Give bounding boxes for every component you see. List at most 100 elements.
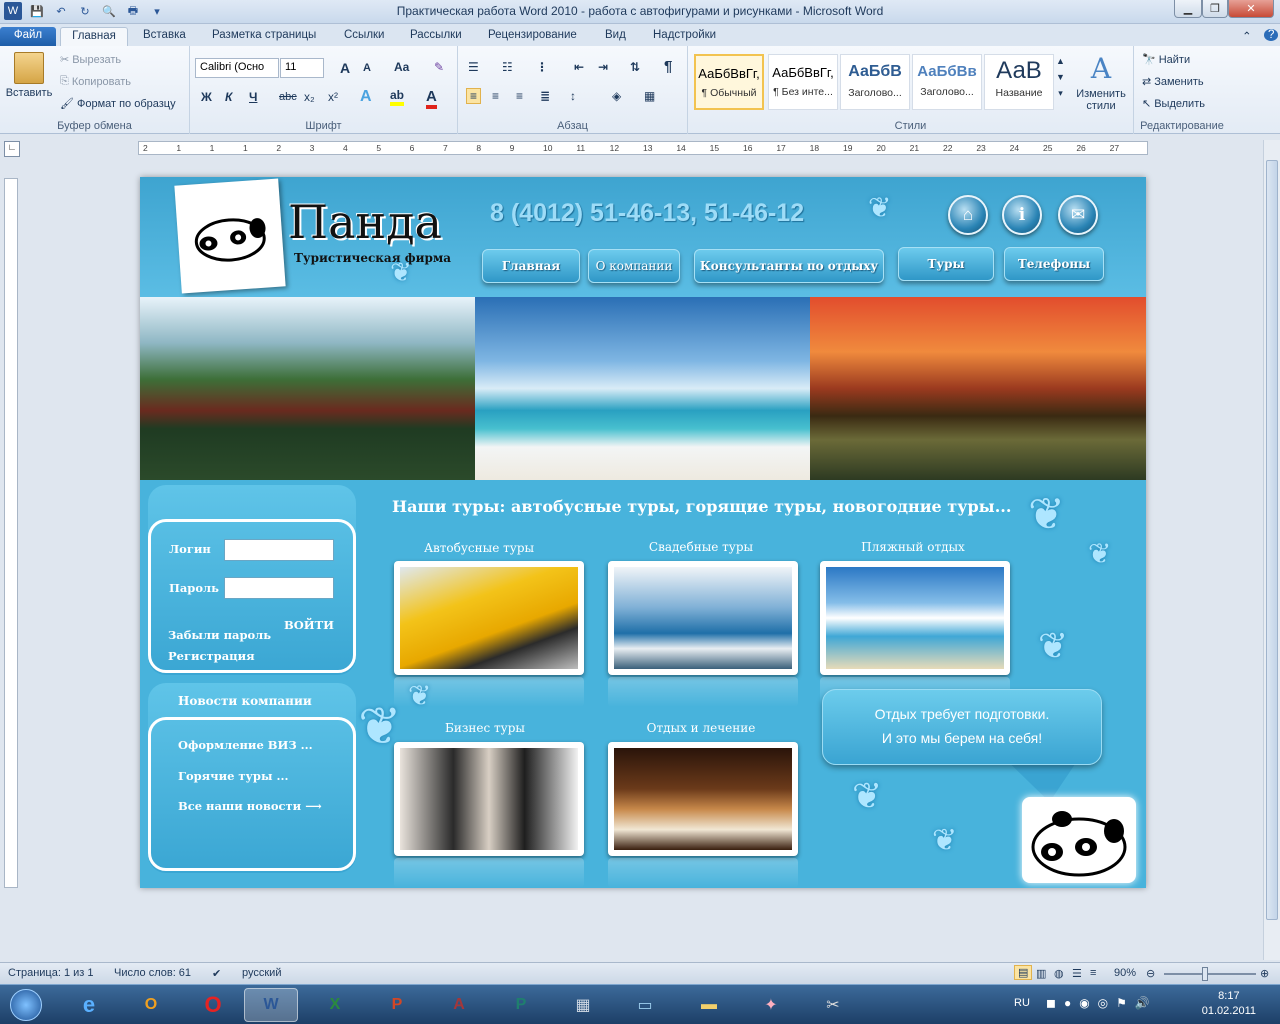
tab-insert[interactable]: Вставка bbox=[133, 27, 196, 46]
info-icon[interactable]: i bbox=[1002, 195, 1042, 235]
scrollbar-thumb[interactable] bbox=[1266, 160, 1278, 920]
select-button[interactable]: ↖ Выделить bbox=[1142, 97, 1205, 111]
tour-beach-image[interactable] bbox=[820, 561, 1010, 675]
replace-button[interactable]: ⇄ Заменить bbox=[1142, 75, 1204, 89]
language-indicator[interactable]: RU bbox=[1014, 997, 1030, 1009]
find-button[interactable]: 🔭 Найти bbox=[1142, 53, 1190, 67]
increase-indent-icon[interactable]: ⇥ bbox=[598, 60, 608, 74]
subscript-button[interactable]: x₂ bbox=[304, 90, 315, 104]
word-count[interactable]: Число слов: 61 bbox=[114, 967, 191, 979]
tour-spa-image[interactable] bbox=[608, 742, 798, 856]
login-field[interactable] bbox=[224, 539, 334, 561]
style-title[interactable]: АаВ Название bbox=[984, 54, 1054, 110]
styles-scroll-icon[interactable]: ▲ ▼ ▾ bbox=[1056, 56, 1065, 99]
shrink-font-button[interactable]: A bbox=[363, 62, 371, 74]
font-color-icon[interactable]: A bbox=[426, 88, 437, 109]
maximize-button[interactable]: ❐ bbox=[1202, 0, 1228, 18]
language-indicator[interactable]: русский bbox=[242, 967, 281, 979]
shading-icon[interactable]: ◈ bbox=[612, 89, 621, 103]
taskbar-archiver-icon[interactable]: ✂ bbox=[806, 988, 860, 1022]
taskbar-publisher-icon[interactable]: P bbox=[494, 988, 548, 1022]
spellcheck-icon[interactable]: ✔ bbox=[212, 967, 221, 980]
decrease-indent-icon[interactable]: ⇤ bbox=[574, 60, 584, 74]
taskbar-opera-icon[interactable]: O bbox=[186, 988, 240, 1022]
tray-icons[interactable]: ◼●◉◎⚑🔊 bbox=[1046, 996, 1158, 1010]
tour-wedding-image[interactable] bbox=[608, 561, 798, 675]
tab-references[interactable]: Ссылки bbox=[334, 27, 395, 46]
tour-business-image[interactable] bbox=[394, 742, 584, 856]
zoom-slider-thumb[interactable] bbox=[1202, 967, 1208, 981]
change-styles-button[interactable]: A Изменить стили bbox=[1072, 52, 1130, 112]
tab-page-layout[interactable]: Разметка страницы bbox=[202, 27, 326, 46]
zoom-level[interactable]: 90% bbox=[1114, 967, 1136, 979]
minimize-button[interactable]: ▁ bbox=[1174, 0, 1202, 18]
tab-home[interactable]: Главная bbox=[60, 27, 128, 46]
tab-addins[interactable]: Надстройки bbox=[643, 27, 726, 46]
help-icon[interactable]: ? bbox=[1254, 27, 1280, 46]
style-normal[interactable]: АаБбВвГг, ¶ Обычный bbox=[694, 54, 764, 110]
tab-view[interactable]: Вид bbox=[595, 27, 636, 46]
taskbar-powerpoint-icon[interactable]: P bbox=[370, 988, 424, 1022]
news-item[interactable]: Горячие туры ... bbox=[178, 769, 289, 783]
bold-button[interactable]: Ж bbox=[201, 90, 212, 104]
tab-file[interactable]: Файл bbox=[0, 27, 56, 46]
nav-consultants[interactable]: Консультанты по отдыху bbox=[694, 249, 884, 283]
multilevel-list-icon[interactable]: ⋮ bbox=[536, 60, 548, 74]
copy-button[interactable]: ⎘ Копировать bbox=[60, 75, 131, 88]
align-left-icon[interactable]: ≡ bbox=[466, 88, 482, 104]
tab-mailings[interactable]: Рассылки bbox=[400, 27, 472, 46]
ruler-scale[interactable]: 2 1 1 1 2 3 4 5 6 7 8 9 10 11 12 13 14 15 16 17 18 19 20 21 22 23… bbox=[138, 141, 1148, 155]
mail-icon[interactable]: ✉ bbox=[1058, 195, 1098, 235]
close-button[interactable]: ✕ bbox=[1228, 0, 1274, 18]
borders-icon[interactable]: ▦ bbox=[644, 89, 655, 103]
line-spacing-icon[interactable]: ↕ bbox=[570, 89, 576, 103]
news-item[interactable]: Оформление ВИЗ ... bbox=[178, 738, 313, 752]
login-submit-button[interactable]: ВОЙТИ bbox=[284, 618, 334, 632]
highlight-icon[interactable]: ab bbox=[390, 88, 405, 106]
numbering-icon[interactable]: ☷ bbox=[502, 60, 513, 74]
font-name-field[interactable]: Calibri (Осно bbox=[195, 58, 279, 78]
sort-icon[interactable]: ⇅ bbox=[630, 60, 640, 74]
change-case-button[interactable]: Aa bbox=[394, 60, 409, 74]
view-draft-icon[interactable]: ≡ bbox=[1090, 967, 1096, 979]
news-item[interactable]: Все наши новости ⟶ bbox=[178, 799, 322, 813]
view-reading-icon[interactable]: ▥ bbox=[1036, 967, 1046, 980]
grow-font-button[interactable]: A bbox=[340, 60, 350, 76]
clock[interactable]: 8:17 01.02.2011 bbox=[1202, 989, 1256, 1019]
strikethrough-button[interactable]: abc bbox=[279, 91, 297, 103]
vertical-scrollbar[interactable] bbox=[1263, 140, 1280, 960]
tab-review[interactable]: Рецензирование bbox=[478, 27, 587, 46]
show-marks-icon[interactable]: ¶ bbox=[664, 58, 672, 75]
page-count[interactable]: Страница: 1 из 1 bbox=[8, 967, 94, 979]
taskbar-ie-icon[interactable]: e bbox=[62, 988, 116, 1022]
taskbar-app-icon[interactable]: ✦ bbox=[744, 988, 798, 1022]
superscript-button[interactable]: x² bbox=[328, 90, 338, 104]
taskbar-notepad-icon[interactable]: ▭ bbox=[618, 988, 672, 1022]
align-right-icon[interactable]: ≡ bbox=[516, 89, 523, 103]
italic-button[interactable]: К bbox=[225, 90, 232, 104]
taskbar-explorer-icon[interactable]: ▬ bbox=[682, 988, 736, 1022]
style-heading-1[interactable]: АаБбВ Заголово... bbox=[840, 54, 910, 110]
view-print-layout-icon[interactable]: ▤ bbox=[1014, 965, 1033, 980]
bullets-icon[interactable]: ☰ bbox=[468, 60, 479, 74]
zoom-slider[interactable] bbox=[1164, 973, 1256, 975]
view-web-icon[interactable]: ◍ bbox=[1054, 967, 1064, 980]
register-link[interactable]: Регистрация bbox=[168, 649, 255, 663]
document-page[interactable]: Панда Туристическая фирма 8 (4012) 51-46… bbox=[140, 177, 1146, 888]
cut-button[interactable]: ✂ Вырезать bbox=[60, 53, 121, 67]
text-effects-icon[interactable]: A bbox=[360, 88, 372, 106]
font-size-field[interactable]: 11 bbox=[280, 58, 324, 78]
tour-bus-image[interactable] bbox=[394, 561, 584, 675]
format-painter-button[interactable]: 🖌 Формат по образцу bbox=[60, 97, 176, 111]
nav-phones[interactable]: Телефоны bbox=[1004, 247, 1104, 281]
nav-home[interactable]: Главная bbox=[482, 249, 580, 283]
taskbar-calculator-icon[interactable]: ▦ bbox=[556, 988, 610, 1022]
home-icon[interactable]: ⌂ bbox=[948, 195, 988, 235]
taskbar-word-icon[interactable]: W bbox=[244, 988, 298, 1022]
taskbar-outlook-icon[interactable]: O bbox=[124, 988, 178, 1022]
start-button[interactable] bbox=[4, 988, 48, 1022]
password-field[interactable] bbox=[224, 577, 334, 599]
taskbar-access-icon[interactable]: A bbox=[432, 988, 486, 1022]
zoom-out-icon[interactable]: ⊖ bbox=[1146, 967, 1155, 980]
view-outline-icon[interactable]: ☰ bbox=[1072, 967, 1082, 980]
